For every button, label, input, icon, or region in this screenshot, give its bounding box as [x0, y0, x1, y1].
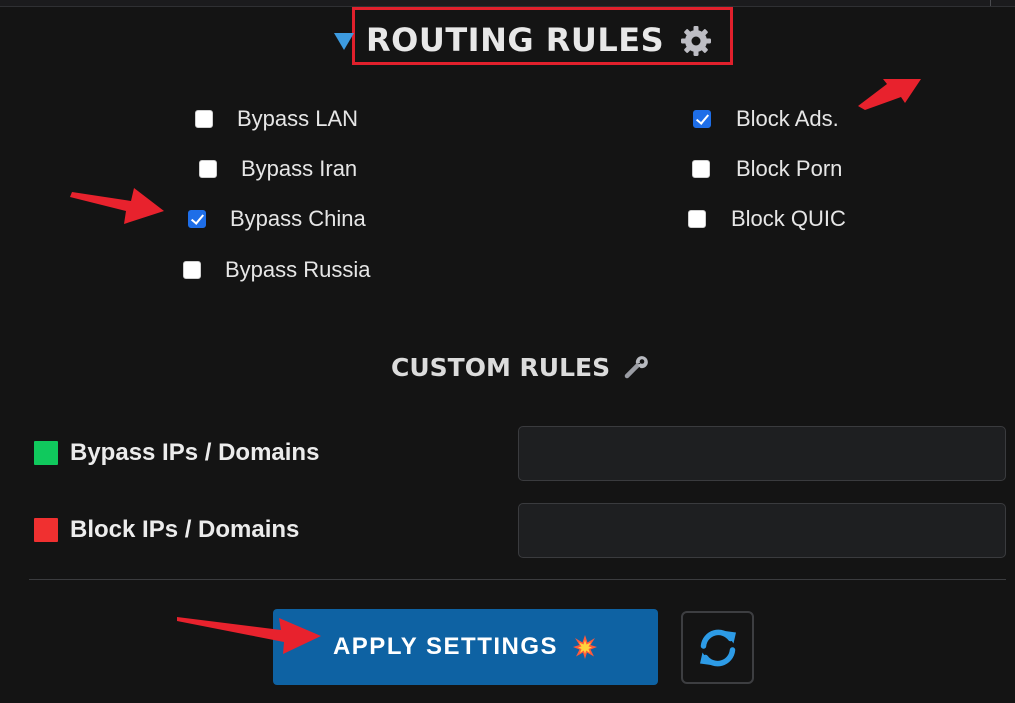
block-domains-input[interactable]	[518, 503, 1006, 558]
checkbox-block-quic[interactable]	[688, 210, 706, 228]
wrench-icon	[624, 356, 648, 379]
option-label: Bypass China	[230, 206, 366, 231]
option-label: Bypass LAN	[237, 106, 359, 131]
checkbox-block-porn[interactable]	[692, 160, 710, 178]
option-block-ads[interactable]: Block Ads.	[693, 104, 839, 134]
block-rule-label: Block IPs / Domains	[70, 516, 300, 543]
bypass-rule-label: Bypass IPs / Domains	[70, 439, 320, 466]
window-top-bar	[0, 0, 1015, 7]
option-label: Block Porn	[736, 156, 843, 181]
routing-rules-title: ROUTING RULES	[366, 21, 665, 59]
refresh-button[interactable]	[681, 611, 754, 684]
collision-icon	[573, 635, 598, 659]
gear-icon[interactable]	[678, 23, 714, 59]
option-label: Bypass Russia	[225, 257, 371, 282]
checkbox-bypass-china[interactable]	[188, 210, 206, 228]
bypass-domains-input[interactable]	[518, 426, 1006, 481]
option-bypass-lan[interactable]: Bypass LAN	[195, 104, 358, 134]
annotation-arrow-bypass-china	[70, 188, 164, 224]
checkbox-bypass-iran[interactable]	[199, 160, 217, 178]
checkbox-bypass-russia[interactable]	[183, 261, 201, 279]
checkbox-block-ads[interactable]	[693, 110, 711, 128]
checkbox-bypass-lan[interactable]	[195, 110, 213, 128]
bypass-rule-row: Bypass IPs / Domains	[34, 437, 319, 469]
top-bar-divider	[990, 0, 991, 6]
green-square-icon	[34, 441, 58, 465]
apply-settings-label: APPLY SETTINGS	[332, 633, 559, 660]
red-square-icon	[34, 518, 58, 542]
option-label: Block Ads.	[736, 106, 839, 131]
option-block-porn[interactable]: Block Porn	[692, 154, 842, 184]
apply-settings-button[interactable]: APPLY SETTINGS	[273, 609, 658, 685]
refresh-icon	[699, 629, 736, 666]
option-block-quic[interactable]: Block QUIC	[688, 204, 846, 234]
option-label: Block QUIC	[731, 206, 846, 231]
annotation-arrow-apply	[177, 617, 321, 654]
block-rule-row: Block IPs / Domains	[34, 514, 299, 546]
option-bypass-iran[interactable]: Bypass Iran	[199, 154, 357, 184]
custom-rules-heading: CUSTOM RULES	[391, 350, 650, 384]
annotation-arrow-block-ads	[858, 79, 921, 110]
option-bypass-china[interactable]: Bypass China	[188, 204, 366, 234]
routing-rules-header[interactable]: ROUTING RULES	[334, 18, 714, 62]
option-label: Bypass Iran	[241, 156, 358, 181]
triangle-down-icon[interactable]	[334, 33, 354, 50]
section-divider	[29, 579, 1006, 580]
custom-rules-title: CUSTOM RULES	[391, 352, 611, 382]
option-bypass-russia[interactable]: Bypass Russia	[183, 255, 371, 285]
